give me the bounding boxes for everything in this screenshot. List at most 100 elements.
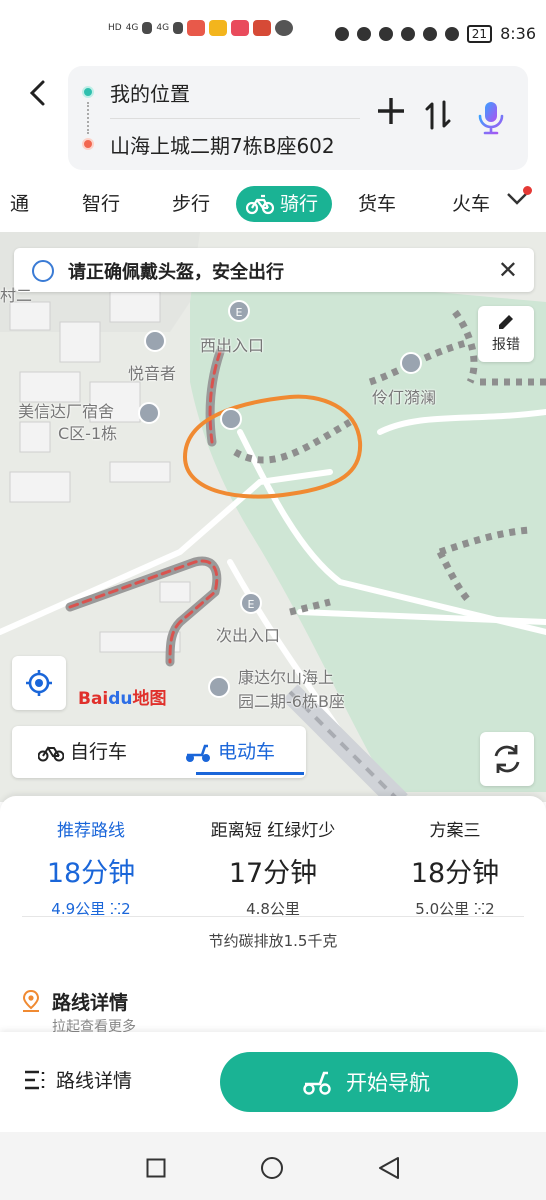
route-connector <box>87 102 89 134</box>
bicycle-option-label: 自行车 <box>70 741 128 763</box>
safety-notice: 请正确佩戴头盔，安全出行 ✕ <box>14 248 534 292</box>
system-navigation-bar <box>0 1132 546 1200</box>
route-option-3-time: 18分钟 <box>410 858 500 889</box>
list-icon <box>25 1070 45 1090</box>
map-label-second-exit: 次出入口 <box>216 626 281 645</box>
plus-icon[interactable] <box>374 94 408 135</box>
building-poi-icon[interactable] <box>144 330 166 352</box>
field-divider <box>110 118 360 119</box>
locate-me-button[interactable] <box>12 656 66 710</box>
app-notification-icon-2 <box>209 20 228 36</box>
recent-apps-icon[interactable] <box>146 1158 166 1178</box>
map-label-west-exit: 西出入口 <box>200 336 265 355</box>
route-option-1[interactable]: 推荐路线 18分钟 4.9公里 ⵘ2 <box>0 816 182 919</box>
origin-field[interactable]: 我的位置 <box>110 78 190 107</box>
refresh-route-button[interactable] <box>480 732 534 786</box>
end-point-icon <box>82 138 94 150</box>
safety-notice-text: 请正确佩戴头盔，安全出行 <box>68 262 284 283</box>
notification-dot <box>523 186 532 195</box>
tab-smart[interactable]: 智行 <box>82 186 120 222</box>
ebike-option[interactable]: 电动车 <box>184 738 275 766</box>
alarm-icon <box>378 26 393 41</box>
destination-field[interactable]: 山海上城二期7栋B座602 <box>110 130 335 159</box>
start-navigation-button[interactable]: 开始导航 <box>220 1052 518 1112</box>
edit-icon <box>499 315 513 329</box>
tab-ride-label: 骑行 <box>280 193 319 215</box>
signal-4g-label: 4G <box>125 23 139 33</box>
battery-icon: 21 <box>466 24 493 43</box>
start-point-icon <box>82 86 94 98</box>
mute-icon <box>444 26 459 41</box>
bicycle-option[interactable]: 自行车 <box>38 738 127 766</box>
options-divider <box>22 916 524 917</box>
app-notification-icon-4 <box>253 20 272 36</box>
route-option-1-time: 18分钟 <box>46 858 136 889</box>
route-option-2-time: 17分钟 <box>228 858 318 889</box>
swap-icon[interactable] <box>424 98 452 139</box>
route-option-3[interactable]: 方案三 18分钟 5.0公里 ⵘ2 <box>364 816 546 919</box>
building-poi-icon-3[interactable] <box>208 676 230 698</box>
app-notification-icon <box>187 20 206 36</box>
entrance-poi-icon[interactable]: E <box>228 300 250 322</box>
tab-truck[interactable]: 货车 <box>358 186 396 222</box>
entrance-poi-icon-2[interactable]: E <box>240 592 262 614</box>
back-nav-icon[interactable] <box>378 1156 400 1180</box>
logo-bai: Bai <box>78 689 109 709</box>
signal-icon <box>142 22 153 34</box>
start-navigation-label: 开始导航 <box>346 1071 430 1095</box>
app-notification-icon-5 <box>275 20 294 36</box>
map-view[interactable]: 请正确佩戴头盔，安全出行 ✕ 报错 E 西出入口 悦音者 美信达厂宿舍 C区-1… <box>0 232 546 802</box>
microphone-icon[interactable] <box>476 100 506 136</box>
bicycle-icon <box>246 194 274 215</box>
route-details-title: 路线详情 <box>52 992 129 1014</box>
tab-train[interactable]: 火车 <box>452 186 490 222</box>
map-label-kangda-1: 康达尔山海上 <box>238 668 335 687</box>
cyclist-icon <box>32 260 54 282</box>
baidu-map-logo: Baidu地图 <box>78 684 167 709</box>
map-canvas <box>0 232 546 802</box>
carbon-saving-text: 节约碳排放1.5千克 <box>208 932 338 950</box>
map-label-meixinda-2: C区-1栋 <box>58 424 118 443</box>
route-header: 我的位置 山海上城二期7栋B座602 <box>0 66 546 176</box>
location-pin-icon <box>22 990 40 1012</box>
app-root: HD 4G 4G 21 8:36 我的位置 山海上城二期7栋B座602 通 智行… <box>0 0 546 1200</box>
route-option-3-label: 方案三 <box>429 821 481 841</box>
home-icon[interactable] <box>260 1156 284 1180</box>
close-icon[interactable]: ✕ <box>498 256 518 284</box>
status-left: HD 4G 4G <box>108 20 294 36</box>
app-notification-icon-3 <box>231 20 250 36</box>
nfc-icon <box>356 26 371 41</box>
back-arrow-icon[interactable] <box>22 76 56 110</box>
report-error-button[interactable]: 报错 <box>478 306 534 362</box>
eye-icon <box>334 26 349 41</box>
travel-mode-tabs: 通 智行 步行 骑行 货车 火车 <box>0 176 546 232</box>
scooter-icon <box>186 744 210 762</box>
tab-ride[interactable]: 骑行 <box>236 186 333 222</box>
bottom-action-bar: 路线详情 开始导航 <box>0 1032 546 1132</box>
map-label-kangda-2: 园二期-6栋B座 <box>238 692 345 711</box>
bicycle-icon <box>38 745 64 761</box>
location-icon <box>400 26 415 41</box>
route-option-1-label: 推荐路线 <box>57 821 125 841</box>
clock: 8:36 <box>500 24 536 43</box>
toilet-poi-icon[interactable] <box>220 408 242 430</box>
building-poi-icon-2[interactable] <box>138 402 160 424</box>
route-details-button[interactable]: 路线详情 <box>56 1066 132 1093</box>
route-option-2[interactable]: 距离短 红绿灯少 17分钟 4.8公里 <box>182 816 364 919</box>
map-label-edge: 村二 <box>0 286 33 305</box>
tab-walk[interactable]: 步行 <box>172 186 210 222</box>
mic-status-icon <box>422 26 437 41</box>
report-error-label: 报错 <box>492 337 520 353</box>
hd-label: HD <box>108 23 122 33</box>
refresh-icon <box>494 745 520 773</box>
tab-transit[interactable]: 通 <box>10 186 29 222</box>
selected-vehicle-indicator <box>196 772 304 775</box>
map-label-yueyin: 悦音者 <box>128 364 177 383</box>
logo-tail: 地图 <box>132 689 167 709</box>
status-right: 21 8:36 <box>334 24 536 43</box>
route-input-box: 我的位置 山海上城二期7栋B座602 <box>68 66 528 170</box>
map-label-meixinda-1: 美信达厂宿舍 <box>18 402 115 421</box>
pavilion-poi-icon[interactable] <box>400 352 422 374</box>
scooter-icon-white <box>303 1071 331 1095</box>
status-bar: HD 4G 4G 21 8:36 <box>0 0 546 66</box>
